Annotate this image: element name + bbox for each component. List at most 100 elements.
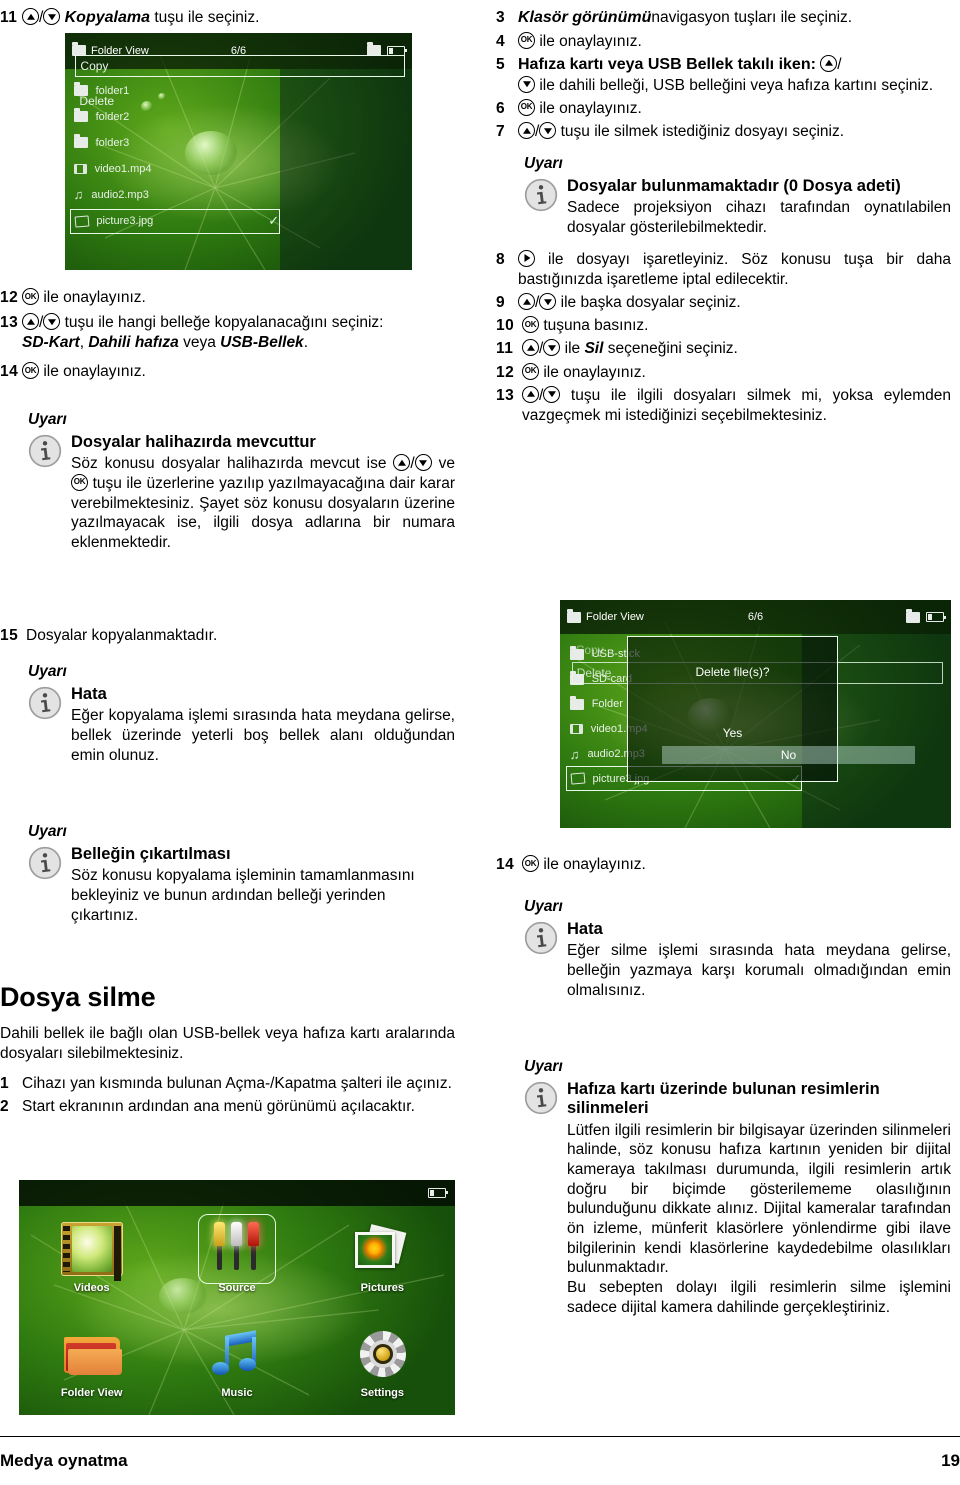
status-bar: Folder View 6/6 [560, 600, 951, 635]
battery-icon [428, 1187, 448, 1198]
menu-item-settings[interactable]: Settings [351, 1327, 413, 1399]
step-number: 7 [496, 123, 506, 141]
step-13-right: 13 / tuşu ile ilgili dosyaları silmek mi… [496, 385, 951, 424]
menu-item-label: Settings [360, 1386, 405, 1399]
list-item[interactable]: video1.mp4 [73, 159, 276, 179]
checkmark-icon: ✓ [268, 213, 280, 229]
menu-item-label: Music [221, 1386, 253, 1399]
up-key-icon [522, 339, 539, 357]
note-text-b: ve [438, 455, 455, 473]
page-number: 19 [941, 1451, 960, 1470]
video-icon [60, 1222, 123, 1277]
step-3-emphasis: Klasör görünümü [518, 9, 652, 26]
step-5-text: ile dahili belleği, USB belleğini veya h… [539, 76, 934, 94]
step-4-text: ile onaylayınız. [539, 32, 642, 50]
menu-item-folder-view[interactable]: Folder View [61, 1327, 123, 1399]
down-key-icon [543, 339, 561, 357]
screenshot-main-menu: Videos Source Pictures Folder View Music… [19, 1180, 455, 1415]
note-title: Belleğin çıkartılması [71, 845, 231, 863]
note-label: Uyarı [524, 1058, 563, 1075]
menu-item-label: Copy [575, 643, 604, 657]
battery-icon [926, 612, 946, 623]
info-icon [28, 686, 62, 720]
music-file-icon: ♫ [569, 746, 580, 762]
menu-item-label: Source [218, 1282, 256, 1295]
delete-confirm-dialog: Delete file(s)? Yes No [627, 636, 915, 782]
step-7-text: tuşu ile silmek istediğiniz dosyayı seçi… [560, 123, 845, 141]
step-10-text: tuşuna basınız. [543, 317, 649, 335]
up-key-icon [22, 8, 39, 25]
step-8-text: ile dosyayı işaretleyiniz. Söz konusu tu… [518, 250, 951, 288]
step-14-text: ile onaylayınız. [43, 363, 146, 380]
menu-option-sil: Sil [584, 340, 604, 358]
document-page: 11 / Kopyalama tuşu ile seçiniz. Folder … [0, 0, 960, 1485]
step-14-right: 14 ile onaylayınız. [496, 855, 951, 875]
folder-icon [569, 695, 584, 710]
menu-item-videos[interactable]: Videos [60, 1222, 123, 1294]
step-11: 11 / Kopyalama tuşu ile seçiniz. [0, 8, 455, 29]
step-11r-text-a: ile [564, 340, 581, 358]
step-11r-text-b: seçeneğini seçiniz. [607, 340, 738, 358]
menu-item-pictures[interactable]: Pictures [351, 1222, 413, 1294]
footer-title: Medya oynatma [0, 1451, 128, 1470]
step-number: 11 [0, 9, 18, 26]
ok-key-icon [522, 855, 539, 872]
menu-item-label: Folder View [60, 1386, 123, 1399]
step-number: 1 [0, 1074, 10, 1092]
picture-file-icon [74, 216, 88, 227]
step-2: 2 Start ekranının ardından ana menü görü… [0, 1097, 455, 1117]
step-number: 5 [496, 55, 506, 73]
folder-icon [567, 608, 581, 623]
step-10: 10 tuşuna basınız. [496, 316, 951, 336]
dialog-no-button[interactable]: No [662, 746, 915, 764]
ok-key-icon [518, 98, 535, 116]
step-number: 14 [496, 856, 515, 873]
menu-item-music[interactable]: Music [206, 1327, 268, 1399]
folder-icon [73, 108, 88, 123]
pictures-icon [351, 1222, 413, 1276]
down-key-icon [414, 454, 432, 472]
step-6: 6 ile onaylayınız. [496, 98, 951, 119]
right-key-icon [518, 249, 535, 267]
file-name: Folder [591, 698, 623, 711]
down-key-icon [43, 8, 61, 25]
note-no-files: Uyarı Dosyalar bulunmamaktadır (0 Dosya … [496, 155, 951, 238]
memory-option-usb: USB-Bellek [220, 334, 304, 352]
list-item[interactable]: folder3 [73, 133, 276, 153]
ok-key-icon [22, 362, 39, 379]
dialog-question: Delete file(s)? [695, 665, 770, 679]
up-key-icon [393, 454, 411, 472]
video-file-icon [73, 163, 87, 174]
note-label: Uyarı [524, 898, 563, 915]
step-7: 7 / tuşu ile silmek istediğiniz dosyayı … [496, 122, 951, 142]
down-key-icon [543, 385, 561, 403]
up-key-icon [518, 293, 535, 311]
menu-item-delete[interactable]: Delete [75, 91, 405, 111]
menu-item-copy[interactable]: Copy [75, 55, 406, 77]
step-number: 6 [496, 99, 506, 117]
note-label: Uyarı [28, 663, 67, 680]
list-item-selected[interactable]: picture3.jpg ✓ [70, 208, 281, 234]
note-text: Söz konusu kopyalama işleminin tamamlanm… [71, 867, 415, 924]
section-dosya-silme: Dosya silme Dahili bellek ile bağlı olan… [0, 960, 455, 1120]
note-copy-error: Uyarı Hata Eğer kopyalama işlemi sırasın… [0, 650, 455, 765]
step-14: 14 ile onaylayınız. [0, 362, 455, 382]
right-column: 3 Klasör görünümünavigasyon tuşları ile … [496, 0, 951, 1316]
dialog-yes-button[interactable]: Yes [628, 726, 837, 740]
memory-option-internal: Dahili hafıza [88, 334, 179, 352]
separator: veya [178, 334, 221, 352]
ok-key-icon [518, 31, 535, 49]
note-text-c: tuşu ile üzerlerine yazılıp yazılmayacağ… [71, 474, 455, 551]
gear-icon [351, 1327, 413, 1381]
file-name: folder3 [95, 136, 130, 149]
footer-divider [0, 1436, 960, 1437]
menu-item-source[interactable]: Source [197, 1214, 276, 1295]
step-number: 12 [496, 363, 515, 381]
step-number: 12 [0, 289, 19, 306]
note-label: Uyarı [28, 411, 67, 428]
ok-key-icon [71, 473, 88, 491]
step-1-text: Cihazı yan kısmında bulunan Açma-/Kapatm… [22, 1074, 452, 1092]
list-item[interactable]: ♫ audio2.mp3 [74, 185, 276, 205]
note-text: Eğer silme işlemi sırasında hata meydana… [567, 942, 951, 999]
step-4: 4 ile onaylayınız. [496, 31, 951, 52]
